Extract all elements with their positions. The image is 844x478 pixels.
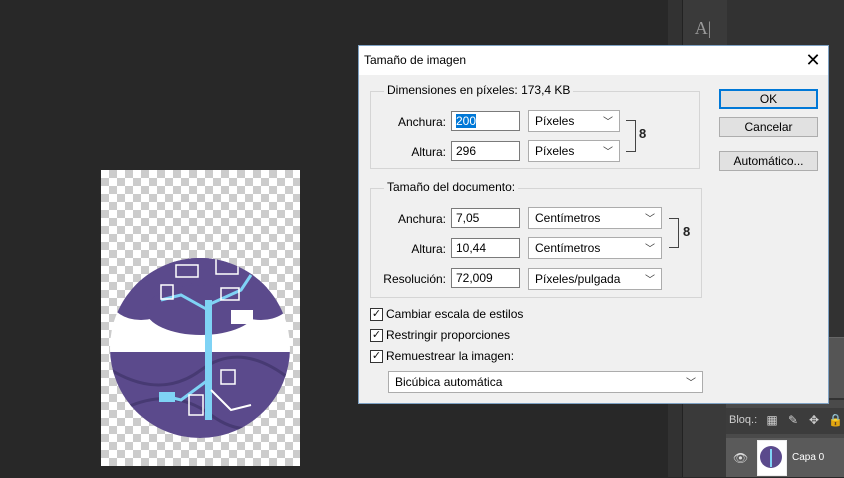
- constrain-checkbox[interactable]: ✓: [370, 329, 383, 342]
- chain-link-icon: 8: [683, 224, 691, 239]
- px-constrain-bracket: [626, 120, 636, 152]
- doc-height-unit-select[interactable]: Centímetros ﹀: [528, 237, 662, 259]
- ok-button[interactable]: OK: [719, 89, 818, 109]
- lock-all-icon[interactable]: 🔒: [828, 413, 843, 427]
- visibility-eye-icon[interactable]: 👁: [733, 451, 748, 465]
- lock-transparent-icon[interactable]: ▦: [765, 413, 779, 427]
- doc-constrain-bracket: [669, 218, 679, 248]
- lock-paint-icon[interactable]: ✎: [786, 413, 800, 427]
- chain-link-icon: 8: [639, 126, 647, 141]
- chevron-down-icon: ﹀: [603, 147, 613, 158]
- scale-styles-checkbox[interactable]: ✓: [370, 308, 383, 321]
- layer-thumbnail: [757, 440, 787, 476]
- px-width-input[interactable]: 200: [451, 111, 520, 131]
- resample-label: Remuestrear la imagen:: [386, 349, 515, 363]
- px-width-unit-select[interactable]: Píxeles ﹀: [528, 110, 620, 132]
- chevron-down-icon: ﹀: [603, 117, 613, 128]
- resolution-label: Resolución:: [383, 272, 446, 286]
- doc-height-input[interactable]: 10,44: [451, 238, 520, 258]
- lock-move-icon[interactable]: ✥: [807, 413, 821, 427]
- lock-label: Bloq.:: [729, 414, 758, 426]
- doc-width-unit-select[interactable]: Centímetros ﹀: [528, 207, 662, 229]
- document-size-legend: Tamaño del documento:: [384, 180, 519, 194]
- layer-name: Capa 0: [792, 452, 825, 463]
- chevron-down-icon: ﹀: [645, 214, 655, 225]
- doc-height-label: Altura:: [411, 242, 446, 256]
- character-panel-icon[interactable]: A|: [690, 14, 716, 42]
- px-height-input[interactable]: 296: [451, 141, 520, 161]
- px-height-label: Altura:: [411, 145, 446, 159]
- pixel-dimensions-legend: Dimensiones en píxeles: 173,4 KB: [384, 83, 574, 97]
- scale-styles-label: Cambiar escala de estilos: [386, 307, 524, 321]
- tree-illustration: [110, 258, 290, 438]
- doc-width-label: Anchura:: [397, 212, 446, 226]
- auto-button[interactable]: Automático...: [719, 151, 818, 171]
- cancel-button[interactable]: Cancelar: [719, 117, 818, 137]
- resolution-input[interactable]: 72,009: [451, 268, 520, 288]
- chevron-down-icon: ﹀: [645, 244, 655, 255]
- constrain-label: Restringir proporciones: [386, 328, 511, 342]
- dialog-title: Tamaño de imagen: [364, 53, 467, 67]
- resample-checkbox[interactable]: ✓: [370, 350, 383, 363]
- document-canvas[interactable]: [101, 170, 300, 466]
- chevron-down-icon: ﹀: [645, 275, 655, 286]
- resolution-unit-select[interactable]: Píxeles/pulgada ﹀: [528, 268, 662, 290]
- chevron-down-icon: ﹀: [686, 378, 696, 389]
- close-button[interactable]: ✕: [799, 46, 827, 74]
- resample-method-select[interactable]: Bicúbica automática ﹀: [388, 371, 703, 393]
- px-width-label: Anchura:: [397, 115, 446, 129]
- doc-width-input[interactable]: 7,05: [451, 208, 520, 228]
- px-height-unit-select[interactable]: Píxeles ﹀: [528, 140, 620, 162]
